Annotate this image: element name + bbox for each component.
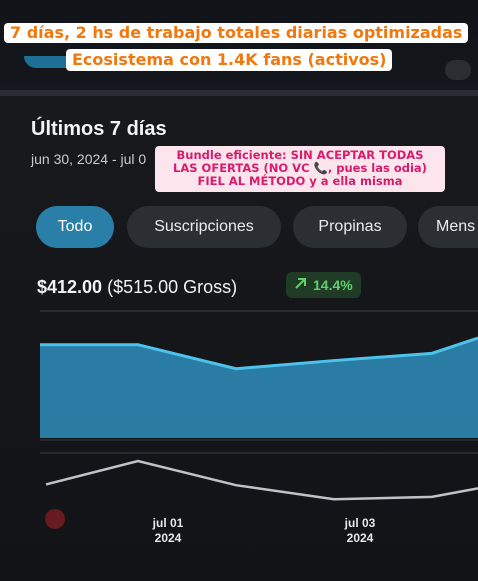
overlay-note: Bundle eficiente: SIN ACEPTAR TODAS LAS … — [155, 146, 445, 192]
overlay-caption-line2: Ecosistema con 1.4K fans (activos) — [66, 49, 393, 72]
overlay-note-line3: FIEL AL MÉTODO y a ella misma — [197, 174, 403, 189]
earnings-area — [40, 338, 478, 438]
x-axis-ticks: jul 012024jul 032024 — [152, 516, 376, 545]
x-tick-label: jul 01 — [152, 516, 184, 530]
x-tick-label: 2024 — [155, 531, 182, 545]
navigator-handle[interactable] — [45, 509, 65, 529]
x-tick-label: jul 03 — [344, 516, 376, 530]
navigator-line[interactable] — [45, 459, 478, 501]
overlay-caption-line1: 7 días, 2 hs de trabajo totales diarias … — [4, 23, 469, 44]
x-tick-label: 2024 — [347, 531, 374, 545]
earnings-chart: jul 012024jul 032024 — [40, 310, 478, 545]
